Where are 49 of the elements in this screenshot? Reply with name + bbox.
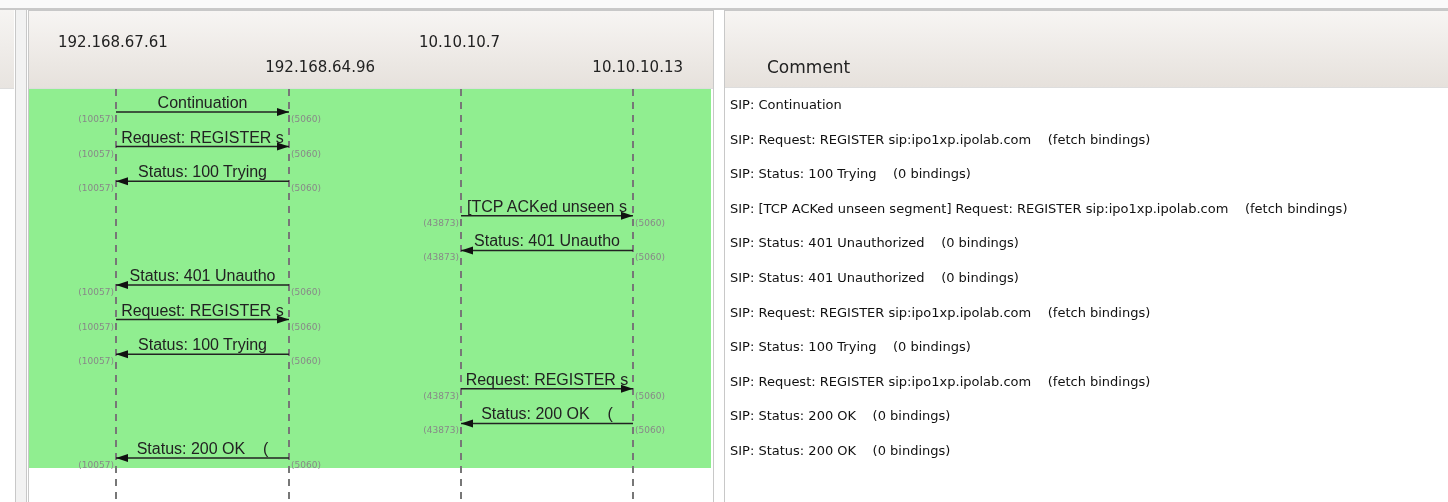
message-label: [TCP ACKed unseen s: [467, 197, 627, 215]
port-label: (5060): [635, 217, 665, 228]
port-label: (43873): [423, 425, 459, 436]
host-address: 10.10.10.13: [592, 58, 683, 76]
message-label: Request: REGISTER s: [121, 301, 284, 319]
port-label: (5060): [635, 252, 665, 263]
comment-text: SIP: Status: 200 OK (0 bindings): [730, 408, 951, 424]
comment-text: SIP: Status: 100 Trying (0 bindings): [730, 166, 971, 182]
comment-text: SIP: Request: REGISTER sip:ipo1xp.ipolab.com (fetch bindings): [730, 373, 1151, 389]
port-label: (5060): [291, 183, 321, 194]
message-label: Request: REGISTER s: [465, 370, 629, 388]
port-label: (5060): [291, 356, 321, 367]
comment-text: SIP: Continuation: [730, 97, 842, 112]
port-label: (10057): [78, 356, 114, 367]
comment-text: SIP: Request: REGISTER sip:ipo1xp.ipolab.com (fetch bindings): [730, 304, 1151, 320]
port-label: (5060): [635, 390, 665, 401]
port-label: (10057): [78, 459, 114, 470]
comment-text: SIP: Status: 200 OK (0 bindings): [730, 442, 951, 458]
message-label: Status: 200 OK (: [481, 405, 613, 423]
port-label: (5060): [291, 113, 321, 124]
host-address: 192.168.67.61: [58, 33, 168, 51]
port-label: (43873): [423, 217, 459, 228]
message-label: Status: 100 Trying: [138, 163, 267, 181]
comment-text: SIP: Request: REGISTER sip:ipo1xp.ipolab.com (fetch bindings): [730, 131, 1151, 147]
comment-header: Comment: [725, 11, 1448, 88]
message-label: Status: 401 Unautho: [474, 232, 620, 250]
port-label: (5060): [291, 286, 321, 297]
port-label: (5060): [291, 148, 321, 159]
port-label: (10057): [78, 286, 114, 297]
host-address: 10.10.10.7: [419, 33, 501, 51]
message-label: Request: REGISTER s: [121, 128, 284, 146]
message-label: Status: 401 Unautho: [129, 266, 276, 284]
port-label: (43873): [423, 390, 459, 401]
port-label: (10057): [78, 321, 114, 332]
host-address: 192.168.64.96: [265, 58, 375, 76]
comment-text: SIP: Status: 401 Unauthorized (0 bindings): [730, 235, 1019, 251]
port-label: (5060): [291, 321, 321, 332]
message-label: Status: 100 Trying: [138, 336, 267, 354]
message-label: Status: 200 OK (: [136, 439, 269, 457]
port-label: (5060): [635, 425, 665, 436]
port-label: (10057): [78, 113, 114, 124]
port-label: (43873): [423, 252, 459, 263]
port-label: (10057): [78, 148, 114, 159]
message-label: Continuation: [157, 93, 248, 111]
port-label: (5060): [291, 459, 321, 470]
comment-text: SIP: Status: 100 Trying (0 bindings): [730, 339, 971, 355]
comment-text: SIP: [TCP ACKed unseen segment] Request: REGISTER sip:ipo1xp.ipolab.com (fetch bindings): [730, 200, 1348, 216]
comment-text: SIP: Status: 401 Unauthorized (0 bindings): [730, 269, 1019, 285]
port-label: (10057): [78, 183, 114, 194]
